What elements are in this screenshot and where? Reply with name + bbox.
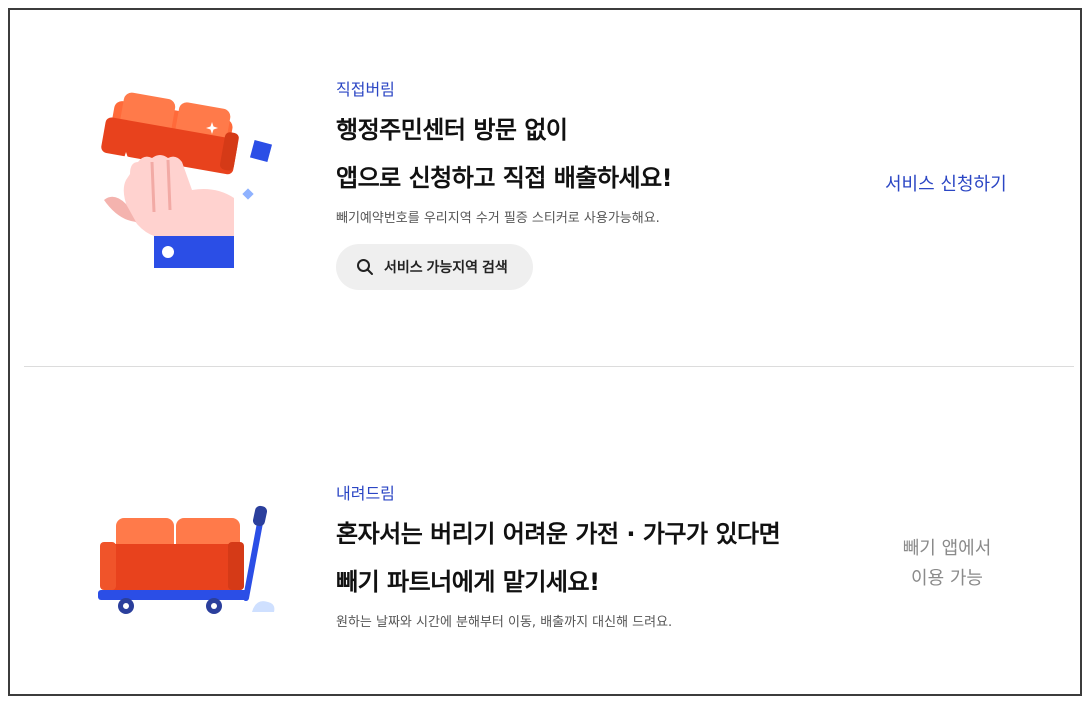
headline-line-1: 행정주민센터 방문 없이 [336, 116, 568, 144]
section-description: 원하는 날짜와 시간에 분해부터 이동, 배출까지 대신해 드려요. [336, 615, 673, 630]
section-divider [24, 366, 1074, 367]
app-availability-note: 빼기 앱에서 이용 가능 [890, 534, 1004, 594]
search-button-label: 서비스 가능지역 검색 [384, 259, 508, 275]
search-icon [356, 258, 374, 276]
section-eyebrow: 직접버림 [336, 80, 395, 99]
section-pickup-desc: 원하는 날짜와 시간에 분해부터 이동, 배출까지 대신해 드려요. [336, 614, 672, 632]
sofa-on-cart-icon [96, 500, 276, 620]
hand-holding-sofa-icon [96, 92, 276, 272]
section-direct-headline: 행정주민센터 방문 없이 앱으로 신청하고 직접 배출하세요! [336, 106, 673, 202]
headline-line-2: 앱으로 신청하고 직접 배출하세요! [336, 164, 673, 192]
section-pickup-service: 내려드림 [336, 484, 395, 504]
headline-line-2: 빼기 파트너에게 맡기세요! [336, 568, 600, 596]
headline-line-1: 혼자서는 버리기 어려운 가전 · 가구가 있다면 [336, 520, 781, 548]
section-direct-disposal: 직접버림 [336, 80, 395, 100]
section-description: 빼기예약번호를 우리지역 수거 필증 스티커로 사용가능해요. [336, 211, 660, 226]
section-pickup-headline: 혼자서는 버리기 어려운 가전 · 가구가 있다면 빼기 파트너에게 맡기세요! [336, 510, 781, 606]
app-availability-line-2: 이용 가능 [911, 568, 983, 589]
section-eyebrow: 내려드림 [336, 484, 395, 503]
section-direct-desc: 빼기예약번호를 우리지역 수거 필증 스티커로 사용가능해요. [336, 210, 660, 228]
service-area-search-button[interactable]: 서비스 가능지역 검색 [336, 244, 533, 290]
service-apply-link[interactable]: 서비스 신청하기 [885, 170, 1007, 196]
app-availability-line-1: 빼기 앱에서 [902, 538, 992, 559]
